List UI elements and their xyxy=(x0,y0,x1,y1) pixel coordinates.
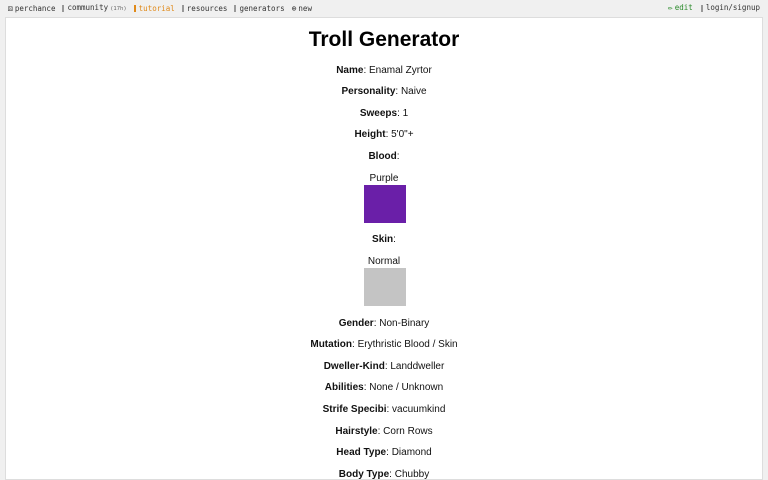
head-type-row: Head Type: Diamond xyxy=(336,447,432,458)
top-navigation-bar: ⚄ perchance community (17h) tutorial resou… xyxy=(0,0,768,16)
name-row: Name: Enamal Zyrtor xyxy=(336,65,432,76)
abilities-value: None / Unknown xyxy=(369,382,444,393)
login-signup-link[interactable]: login/signup xyxy=(700,0,760,16)
nav-perchance[interactable]: ⚄ perchance xyxy=(8,1,55,17)
community-icon xyxy=(62,4,65,12)
resources-icon xyxy=(181,5,184,12)
generators-icon xyxy=(234,5,237,12)
community-time-tag: (17h) xyxy=(110,6,127,12)
height-value: 5'0"+ xyxy=(391,129,414,140)
nav-community[interactable]: community (17h) xyxy=(62,0,127,17)
skin-value: Normal xyxy=(367,256,401,267)
blood-row: Blood: xyxy=(368,151,400,162)
mutation-label: Mutation xyxy=(310,339,353,350)
blood-color-swatch xyxy=(364,185,406,223)
generator-output-card: Troll Generator Name: Enamal Zyrtor Pers… xyxy=(5,17,763,480)
head-type-value: Diamond xyxy=(391,447,432,458)
site-nav: ⚄ perchance community (17h) tutorial resou… xyxy=(8,0,312,17)
sweeps-row: Sweeps: 1 xyxy=(359,108,409,119)
nav-new-label: new xyxy=(298,3,312,13)
height-row: Height: 5'0"+ xyxy=(354,129,414,140)
skin-row: Skin: xyxy=(372,234,396,245)
mutation-value: Erythristic Blood / Skin xyxy=(357,339,458,350)
account-nav: ✏ edit login/signup xyxy=(668,0,760,16)
height-label: Height xyxy=(354,129,386,140)
mutation-row: Mutation: Erythristic Blood / Skin xyxy=(310,339,458,350)
blood-label: Blood xyxy=(368,151,397,162)
tutorial-icon xyxy=(133,5,136,12)
nav-tutorial-label: tutorial xyxy=(138,3,175,13)
nav-generators-label: generators xyxy=(239,3,285,13)
hairstyle-value: Corn Rows xyxy=(383,426,433,437)
head-type-label: Head Type xyxy=(336,447,387,458)
gender-value: Non-Binary xyxy=(379,318,430,329)
edit-label: edit xyxy=(674,3,693,12)
nav-resources[interactable]: resources xyxy=(181,1,228,17)
user-icon xyxy=(700,4,703,12)
sweeps-label: Sweeps xyxy=(359,108,398,119)
body-type-label: Body Type xyxy=(338,469,390,480)
login-label: login/signup xyxy=(705,3,760,12)
nav-resources-label: resources xyxy=(186,3,228,13)
dice-icon: ⚄ xyxy=(8,3,13,13)
name-label: Name xyxy=(336,65,364,76)
nav-new[interactable]: ⊕ new xyxy=(292,1,312,17)
blood-value: Purple xyxy=(369,173,399,184)
personality-label: Personality xyxy=(341,86,396,97)
skin-label: Skin xyxy=(372,234,394,245)
gender-row: Gender: Non-Binary xyxy=(338,318,430,329)
dweller-kind-value: Landdweller xyxy=(390,361,445,372)
skin-color-swatch xyxy=(364,268,406,306)
page-title: Troll Generator xyxy=(308,28,460,51)
gender-label: Gender xyxy=(338,318,374,329)
personality-row: Personality: Naive xyxy=(341,86,427,97)
sweeps-value: 1 xyxy=(402,108,409,119)
name-value: Enamal Zyrtor xyxy=(369,65,432,76)
dweller-kind-label: Dweller-Kind xyxy=(323,361,385,372)
strife-specibi-label: Strife Specibi xyxy=(322,404,387,415)
nav-community-label: community xyxy=(67,3,109,12)
dweller-kind-row: Dweller-Kind: Landdweller xyxy=(323,361,445,372)
strife-specibi-value: vacuumkind xyxy=(392,404,446,415)
strife-specibi-row: Strife Specibi: vacuumkind xyxy=(322,404,446,415)
nav-tutorial[interactable]: tutorial xyxy=(133,1,175,17)
nav-perchance-label: perchance xyxy=(14,3,56,13)
hairstyle-label: Hairstyle xyxy=(335,426,378,437)
abilities-label: Abilities xyxy=(324,382,364,393)
pencil-icon: ✏ xyxy=(667,3,673,12)
nav-generators[interactable]: generators xyxy=(234,1,285,17)
personality-value: Naive xyxy=(400,86,427,97)
body-type-value: Chubby xyxy=(394,469,430,480)
hairstyle-row: Hairstyle: Corn Rows xyxy=(335,426,433,437)
abilities-row: Abilities: None / Unknown xyxy=(324,382,444,393)
body-type-row: Body Type: Chubby xyxy=(338,469,430,480)
plus-circle-icon: ⊕ xyxy=(291,3,297,13)
edit-button[interactable]: ✏ edit xyxy=(668,0,693,16)
